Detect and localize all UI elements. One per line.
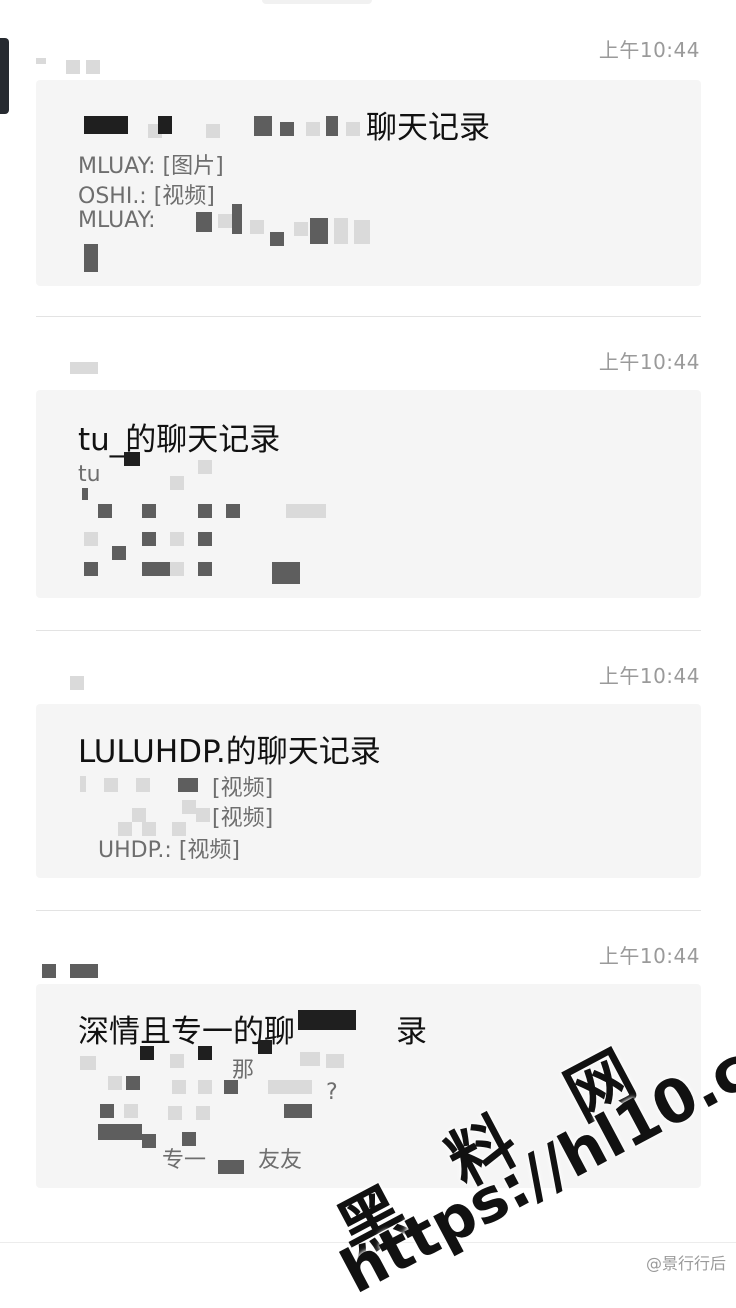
preview-line: tu	[78, 462, 101, 487]
forwarded-chat-card[interactable]: LULUHDP.的聊天记录 [视频] [视频] UHDP.: [视频]	[36, 704, 701, 878]
forwarded-chat-card[interactable]: tu_的聊天记录 tu	[36, 390, 701, 598]
preview-line: ?	[326, 1080, 338, 1105]
forwarded-chat-card[interactable]: 聊天记录 MLUAY: [图片] OSHI.: [视频] MLUAY:	[36, 80, 701, 286]
preview-line: MLUAY:	[78, 208, 156, 233]
chat-record-entry-3[interactable]: 上午10:44 LULUHDP.的聊天记录 [视频] [视频] UHDP.: […	[0, 630, 736, 910]
timestamp: 上午10:44	[598, 38, 700, 62]
timestamp: 上午10:44	[598, 944, 700, 968]
weibo-source-tag: @景行行后	[645, 1254, 726, 1273]
preview-line: 友友	[258, 1148, 303, 1173]
preview-line: OSHI.: [视频]	[78, 184, 215, 209]
timestamp: 上午10:44	[598, 350, 700, 374]
preview-line: UHDP.: [视频]	[98, 838, 240, 863]
preview-line: [视频]	[212, 806, 274, 831]
chat-record-title: 聊天记录	[366, 110, 490, 146]
chat-record-title: LULUHDP.的聊天记录	[78, 734, 381, 770]
chat-record-entry-1[interactable]: 上午10:44 聊天记录 MLUAY: [图片] OSHI.: [视频] MLU…	[0, 0, 736, 316]
preview-line: MLUAY: [图片]	[78, 154, 224, 179]
chat-record-entry-2[interactable]: 上午10:44 tu_的聊天记录 tu	[0, 316, 736, 630]
chat-record-title-tail: 录	[396, 1014, 427, 1050]
timestamp: 上午10:44	[598, 664, 700, 688]
preview-line: [视频]	[212, 776, 274, 801]
chat-record-title: tu_的聊天记录	[78, 422, 281, 458]
preview-line: 专一	[162, 1148, 207, 1173]
